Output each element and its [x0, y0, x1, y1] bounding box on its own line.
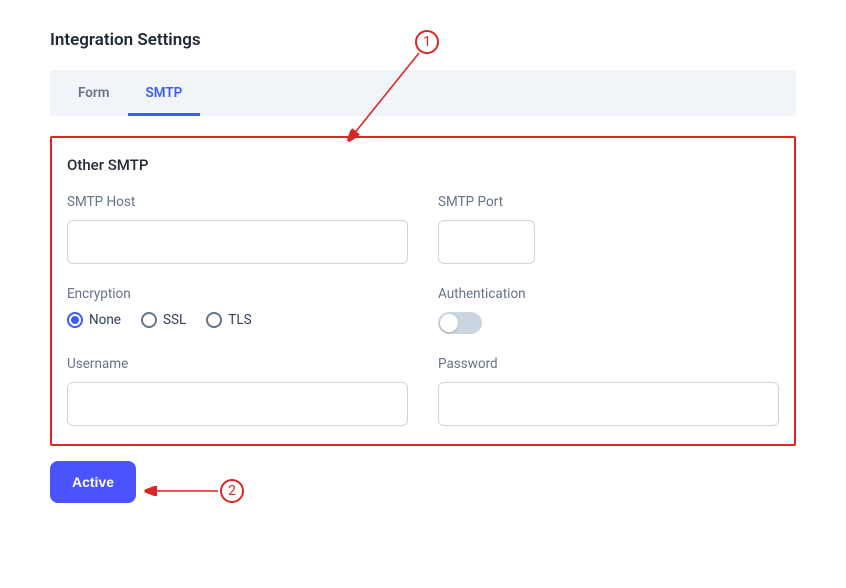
section-title: Other SMTP: [67, 156, 779, 174]
encryption-ssl[interactable]: SSL: [141, 312, 186, 328]
encryption-none[interactable]: None: [67, 312, 121, 328]
toggle-knob: [440, 314, 458, 332]
encryption-label: Encryption: [67, 286, 408, 302]
smtp-host-input[interactable]: [67, 220, 408, 264]
tabs: Form SMTP: [50, 70, 796, 116]
radio-icon: [67, 312, 83, 328]
radio-icon: [206, 312, 222, 328]
tab-form[interactable]: Form: [60, 70, 128, 116]
smtp-settings-box: Other SMTP SMTP Host SMTP Port Encryptio…: [50, 136, 796, 446]
encryption-radio-group: None SSL TLS: [67, 312, 408, 328]
authentication-toggle[interactable]: [438, 312, 482, 334]
radio-icon: [141, 312, 157, 328]
annotation-marker-2: 2: [220, 479, 244, 503]
smtp-port-label: SMTP Port: [438, 194, 779, 210]
radio-label: None: [89, 312, 121, 328]
radio-label: SSL: [163, 312, 186, 328]
smtp-port-input[interactable]: [438, 220, 535, 264]
username-input[interactable]: [67, 382, 408, 426]
smtp-host-label: SMTP Host: [67, 194, 408, 210]
active-button[interactable]: Active: [50, 461, 136, 503]
username-label: Username: [67, 356, 408, 372]
password-label: Password: [438, 356, 779, 372]
annotation-marker-1: 1: [415, 30, 439, 54]
radio-label: TLS: [228, 312, 251, 328]
tab-smtp[interactable]: SMTP: [128, 70, 201, 116]
authentication-label: Authentication: [438, 286, 779, 302]
password-input[interactable]: [438, 382, 779, 426]
encryption-tls[interactable]: TLS: [206, 312, 251, 328]
